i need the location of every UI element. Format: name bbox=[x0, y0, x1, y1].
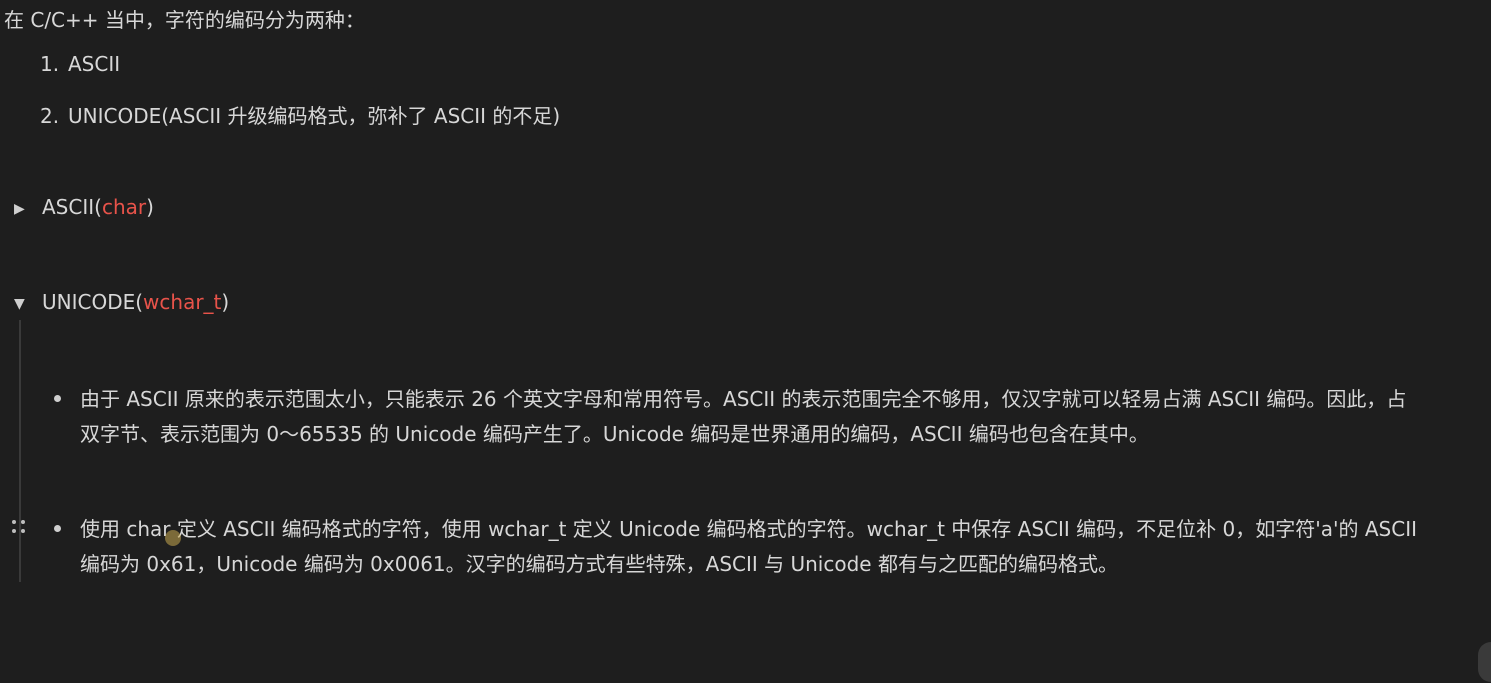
list-item-label: ASCII bbox=[68, 52, 121, 76]
drag-handle-icon[interactable] bbox=[12, 520, 28, 536]
list-item-unicode: 2. UNICODE(ASCII 升级编码格式，弥补了 ASCII 的不足) bbox=[40, 100, 560, 129]
bullet-paragraph-1: 由于 ASCII 原来的表示范围太小，只能表示 26 个英文字母和常用符号。AS… bbox=[80, 387, 1407, 446]
bullet-icon bbox=[54, 395, 61, 402]
mouse-cursor-highlight bbox=[165, 530, 181, 546]
list-item-label: UNICODE(ASCII 升级编码格式，弥补了 ASCII 的不足) bbox=[68, 104, 561, 128]
scrollbar[interactable] bbox=[1478, 642, 1491, 682]
triangle-right-icon[interactable]: ▶ bbox=[14, 201, 25, 217]
bullet-paragraph-2: 使用 char 定义 ASCII 编码格式的字符，使用 wchar_t 定义 U… bbox=[80, 517, 1417, 576]
toggle-unicode-wchar[interactable]: UNICODE(wchar_t) bbox=[42, 290, 229, 314]
toggle-suffix: ) bbox=[146, 195, 154, 219]
bullet-icon bbox=[54, 525, 61, 532]
code-keyword: wchar_t bbox=[143, 290, 222, 314]
list-number: 2. bbox=[40, 104, 60, 128]
list-number: 1. bbox=[40, 52, 60, 76]
intro-text: 在 C/C++ 当中，字符的编码分为两种： bbox=[4, 8, 365, 32]
toggle-ascii-char[interactable]: ASCII(char) bbox=[42, 195, 154, 219]
toggle-prefix: ASCII( bbox=[42, 195, 102, 219]
triangle-down-icon[interactable]: ▼ bbox=[14, 296, 25, 312]
toggle-prefix: UNICODE( bbox=[42, 290, 144, 314]
toggle-suffix: ) bbox=[221, 290, 230, 314]
toggle-indent-line bbox=[19, 320, 21, 582]
code-keyword: char bbox=[101, 195, 147, 219]
list-item-ascii: 1. ASCII bbox=[40, 52, 120, 76]
